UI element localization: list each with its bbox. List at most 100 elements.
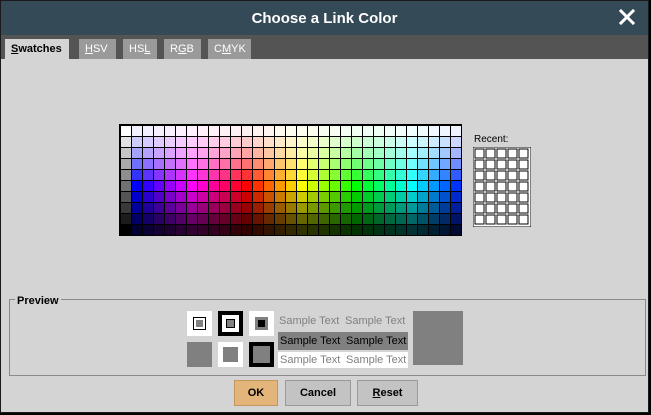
recent-swatch-cell[interactable] [496, 192, 507, 203]
swatch-cell[interactable] [253, 126, 263, 136]
swatch-cell[interactable] [297, 225, 307, 235]
swatch-cell[interactable] [220, 126, 230, 136]
swatch-cell[interactable] [275, 181, 285, 191]
swatch-cell[interactable] [154, 170, 164, 180]
swatch-cell[interactable] [374, 170, 384, 180]
swatch-cell[interactable] [407, 148, 417, 158]
swatch-cell[interactable] [176, 192, 186, 202]
recent-swatch-cell[interactable] [518, 170, 529, 181]
recent-swatch-cell[interactable] [474, 148, 485, 159]
swatch-cell[interactable] [396, 181, 406, 191]
swatch-cell[interactable] [308, 214, 318, 224]
swatch-cell[interactable] [385, 214, 395, 224]
swatch-cell[interactable] [121, 126, 131, 136]
swatch-cell[interactable] [121, 148, 131, 158]
swatch-cell[interactable] [319, 137, 329, 147]
swatch-cell[interactable] [209, 170, 219, 180]
recent-swatch-cell[interactable] [496, 159, 507, 170]
swatch-cell[interactable] [286, 126, 296, 136]
recent-swatch-cell[interactable] [518, 203, 529, 214]
swatch-cell[interactable] [396, 126, 406, 136]
swatch-cell[interactable] [143, 170, 153, 180]
swatch-cell[interactable] [286, 148, 296, 158]
recent-swatch-cell[interactable] [507, 181, 518, 192]
swatch-cell[interactable] [418, 170, 428, 180]
recent-swatch-cell[interactable] [474, 159, 485, 170]
swatch-cell[interactable] [253, 225, 263, 235]
swatch-cell[interactable] [165, 225, 175, 235]
swatch-cell[interactable] [275, 192, 285, 202]
swatch-cell[interactable] [132, 137, 142, 147]
swatch-cell[interactable] [352, 225, 362, 235]
swatch-cell[interactable] [396, 170, 406, 180]
swatch-cell[interactable] [242, 181, 252, 191]
swatch-cell[interactable] [264, 137, 274, 147]
swatch-cell[interactable] [242, 126, 252, 136]
swatch-cell[interactable] [187, 203, 197, 213]
swatch-cell[interactable] [165, 170, 175, 180]
swatch-cell[interactable] [154, 181, 164, 191]
swatch-cell[interactable] [231, 159, 241, 169]
swatch-cell[interactable] [242, 192, 252, 202]
swatch-cell[interactable] [385, 148, 395, 158]
swatch-cell[interactable] [143, 192, 153, 202]
swatch-cell[interactable] [374, 159, 384, 169]
swatch-cell[interactable] [308, 181, 318, 191]
ok-button[interactable]: OK [234, 380, 278, 406]
swatch-cell[interactable] [286, 214, 296, 224]
swatch-cell[interactable] [363, 148, 373, 158]
recent-swatch-cell[interactable] [485, 192, 496, 203]
swatch-cell[interactable] [220, 148, 230, 158]
swatch-cell[interactable] [374, 225, 384, 235]
swatch-cell[interactable] [341, 126, 351, 136]
swatch-cell[interactable] [440, 170, 450, 180]
swatch-cell[interactable] [242, 170, 252, 180]
swatch-cell[interactable] [429, 192, 439, 202]
swatch-cell[interactable] [231, 137, 241, 147]
swatch-cell[interactable] [418, 225, 428, 235]
swatch-cell[interactable] [165, 192, 175, 202]
swatch-cell[interactable] [209, 159, 219, 169]
swatch-cell[interactable] [198, 137, 208, 147]
swatch-cell[interactable] [330, 225, 340, 235]
swatch-cell[interactable] [308, 126, 318, 136]
recent-swatch-cell[interactable] [518, 192, 529, 203]
recent-swatch-cell[interactable] [518, 148, 529, 159]
swatch-cell[interactable] [319, 126, 329, 136]
swatch-cell[interactable] [165, 148, 175, 158]
swatch-cell[interactable] [132, 159, 142, 169]
swatch-cell[interactable] [187, 148, 197, 158]
swatch-cell[interactable] [319, 181, 329, 191]
swatch-cell[interactable] [440, 137, 450, 147]
swatch-cell[interactable] [220, 181, 230, 191]
swatch-cell[interactable] [330, 192, 340, 202]
swatch-cell[interactable] [209, 225, 219, 235]
swatch-cell[interactable] [418, 203, 428, 213]
swatch-cell[interactable] [132, 126, 142, 136]
swatch-cell[interactable] [341, 159, 351, 169]
swatch-cell[interactable] [154, 126, 164, 136]
swatch-cell[interactable] [418, 159, 428, 169]
swatch-cell[interactable] [165, 203, 175, 213]
swatch-cell[interactable] [330, 137, 340, 147]
tab-hsl[interactable]: HSL [123, 39, 157, 59]
swatch-cell[interactable] [253, 214, 263, 224]
swatch-cell[interactable] [286, 192, 296, 202]
swatch-cell[interactable] [275, 137, 285, 147]
swatch-cell[interactable] [275, 225, 285, 235]
recent-swatch-cell[interactable] [496, 181, 507, 192]
swatch-cell[interactable] [143, 225, 153, 235]
swatch-cell[interactable] [176, 214, 186, 224]
swatch-cell[interactable] [264, 214, 274, 224]
swatch-cell[interactable] [264, 203, 274, 213]
swatch-cell[interactable] [429, 214, 439, 224]
swatch-cell[interactable] [407, 137, 417, 147]
swatch-cell[interactable] [396, 203, 406, 213]
swatch-cell[interactable] [220, 137, 230, 147]
swatch-cell[interactable] [429, 137, 439, 147]
swatch-cell[interactable] [286, 137, 296, 147]
swatch-cell[interactable] [220, 192, 230, 202]
swatch-cell[interactable] [198, 170, 208, 180]
swatch-cell[interactable] [451, 225, 461, 235]
swatch-cell[interactable] [363, 225, 373, 235]
